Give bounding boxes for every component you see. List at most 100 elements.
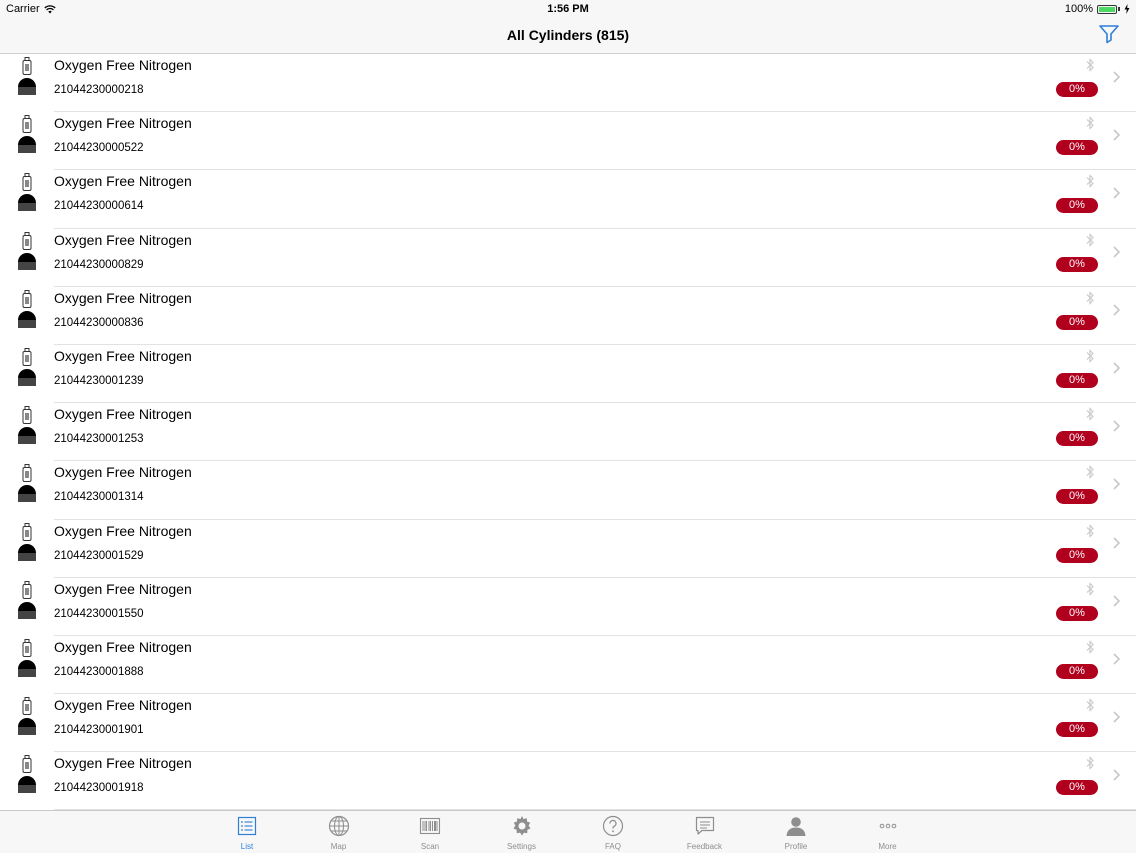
tab-label: Map: [330, 842, 347, 851]
tab-profile[interactable]: Profile: [766, 814, 826, 852]
cylinder-serial: 21044230001550: [54, 607, 144, 620]
filter-icon[interactable]: [1098, 24, 1120, 44]
cylinder-icon: [18, 638, 36, 677]
table-row[interactable]: Oxygen Free Nitrogen 21044230001901 0%: [0, 694, 1136, 753]
cylinder-list[interactable]: Oxygen Free Nitrogen 21044230000218 0% O…: [0, 54, 1136, 810]
tab-settings[interactable]: Settings: [492, 814, 552, 852]
status-right: 100%: [1065, 3, 1130, 15]
person-icon: [786, 817, 806, 836]
tab-label: FAQ: [604, 842, 621, 851]
cylinder-name: Oxygen Free Nitrogen: [54, 57, 192, 73]
fill-level-badge: 0%: [1056, 372, 1098, 388]
bluetooth-icon: [1086, 640, 1094, 654]
tab-label: Scan: [420, 842, 440, 851]
table-row[interactable]: Oxygen Free Nitrogen 21044230001253 0%: [0, 403, 1136, 462]
tab-scan[interactable]: Scan: [400, 814, 460, 852]
bluetooth-icon: [1086, 58, 1094, 72]
cylinder-serial: 21044230001253: [54, 433, 144, 446]
cylinder-serial: 21044230001888: [54, 665, 144, 678]
cylinder-icon: [18, 755, 36, 794]
chevron-right-icon: [1113, 420, 1121, 432]
cylinder-name: Oxygen Free Nitrogen: [54, 173, 192, 190]
bluetooth-icon: [1086, 407, 1094, 421]
cylinder-serial: 21044230001918: [54, 782, 144, 795]
cylinder-icon: [18, 406, 36, 445]
status-bar: Carrier 1:56 PM 100%: [0, 0, 1136, 18]
table-row[interactable]: Oxygen Free Nitrogen 21044230001239 0%: [0, 345, 1136, 404]
bluetooth-icon: [1086, 116, 1094, 131]
tab-label: Feedback: [686, 842, 723, 851]
cylinder-serial: 21044230001529: [54, 549, 144, 562]
bluetooth-icon: [1086, 465, 1094, 480]
table-row[interactable]: Oxygen Free Nitrogen 21044230000218 0%: [0, 54, 1136, 113]
cylinder-icon: [18, 347, 36, 386]
question-icon: [602, 815, 624, 837]
tab-label: Profile: [784, 842, 808, 851]
cylinder-name: Oxygen Free Nitrogen: [54, 464, 192, 481]
cylinder-serial: 21044230000522: [54, 142, 144, 155]
fill-level-badge: 0%: [1056, 314, 1098, 330]
tab-faq[interactable]: FAQ: [583, 814, 643, 852]
chevron-right-icon: [1113, 653, 1121, 665]
tab-feedback[interactable]: Feedback: [675, 814, 735, 852]
cylinder-serial: 21044230001239: [54, 374, 144, 387]
table-row[interactable]: Oxygen Free Nitrogen 21044230001888 0%: [0, 636, 1136, 695]
battery-fill: [1099, 6, 1115, 12]
table-row[interactable]: Oxygen Free Nitrogen 21044230000522 0%: [0, 112, 1136, 171]
cylinder-icon: [18, 522, 36, 561]
cylinder-icon: [18, 231, 36, 270]
chevron-right-icon: [1113, 245, 1121, 258]
cylinder-icon: [18, 289, 36, 328]
cylinder-serial: 21044230000836: [54, 316, 144, 329]
chevron-right-icon: [1113, 71, 1121, 83]
table-row[interactable]: Oxygen Free Nitrogen 21044230001529 0%: [0, 520, 1136, 578]
more-icon: [879, 823, 896, 829]
cylinder-icon: [18, 57, 36, 95]
chevron-right-icon: [1113, 769, 1121, 781]
chevron-right-icon: [1113, 711, 1121, 723]
navigation-bar: All Cylinders (815): [0, 18, 1136, 54]
cylinder-name: Oxygen Free Nitrogen: [54, 347, 192, 364]
table-row[interactable]: Oxygen Free Nitrogen 21044230000836 0%: [0, 287, 1136, 345]
table-row[interactable]: Oxygen Free Nitrogen 21044230000614 0%: [0, 170, 1136, 229]
tab-map[interactable]: Map: [309, 814, 369, 852]
cylinder-serial: 21044230000829: [54, 258, 144, 271]
cylinder-name: Oxygen Free Nitrogen: [54, 697, 192, 714]
chevron-right-icon: [1113, 129, 1121, 141]
page-title: All Cylinders (815): [506, 27, 630, 43]
table-row[interactable]: Oxygen Free Nitrogen 21044230000829 0%: [0, 229, 1136, 287]
bluetooth-icon: [1086, 290, 1094, 305]
gear-icon: [513, 816, 530, 836]
chevron-right-icon: [1113, 478, 1121, 490]
chevron-right-icon: [1113, 595, 1121, 607]
tab-list[interactable]: List: [217, 814, 277, 852]
fill-level-badge: 0%: [1056, 256, 1098, 272]
cylinder-name: Oxygen Free Nitrogen: [54, 638, 192, 655]
barcode-icon: [419, 817, 441, 835]
cylinder-name: Oxygen Free Nitrogen: [54, 580, 192, 597]
bluetooth-icon: [1086, 232, 1094, 247]
globe-icon: [328, 815, 349, 837]
table-row[interactable]: Oxygen Free Nitrogen 21044230001918 0%: [0, 752, 1136, 810]
cylinder-icon: [18, 697, 36, 736]
fill-level-badge: 0%: [1056, 605, 1098, 621]
bluetooth-icon: [1086, 174, 1094, 189]
fill-level-badge: 0%: [1056, 780, 1098, 796]
fill-level-badge: 0%: [1056, 489, 1098, 505]
tab-more[interactable]: More: [858, 814, 918, 852]
cylinder-icon: [18, 173, 36, 212]
table-row[interactable]: Oxygen Free Nitrogen 21044230001314 0%: [0, 461, 1136, 520]
list-icon: [237, 816, 257, 836]
cylinder-name: Oxygen Free Nitrogen: [54, 289, 192, 306]
table-row[interactable]: Oxygen Free Nitrogen 21044230001550 0%: [0, 578, 1136, 636]
chevron-right-icon: [1113, 187, 1121, 199]
tab-bar: List Map Scan Settings FAQ Feedback Profile Mor…: [0, 810, 1136, 853]
cylinder-name: Oxygen Free Nitrogen: [54, 755, 192, 772]
fill-level-badge: 0%: [1056, 82, 1098, 97]
cylinder-icon: [18, 115, 36, 154]
cylinder-name: Oxygen Free Nitrogen: [54, 522, 192, 539]
cylinder-name: Oxygen Free Nitrogen: [54, 115, 192, 132]
cylinder-name: Oxygen Free Nitrogen: [54, 406, 192, 423]
charging-bolt-icon: [1124, 4, 1130, 14]
battery-icon: [1097, 4, 1117, 14]
